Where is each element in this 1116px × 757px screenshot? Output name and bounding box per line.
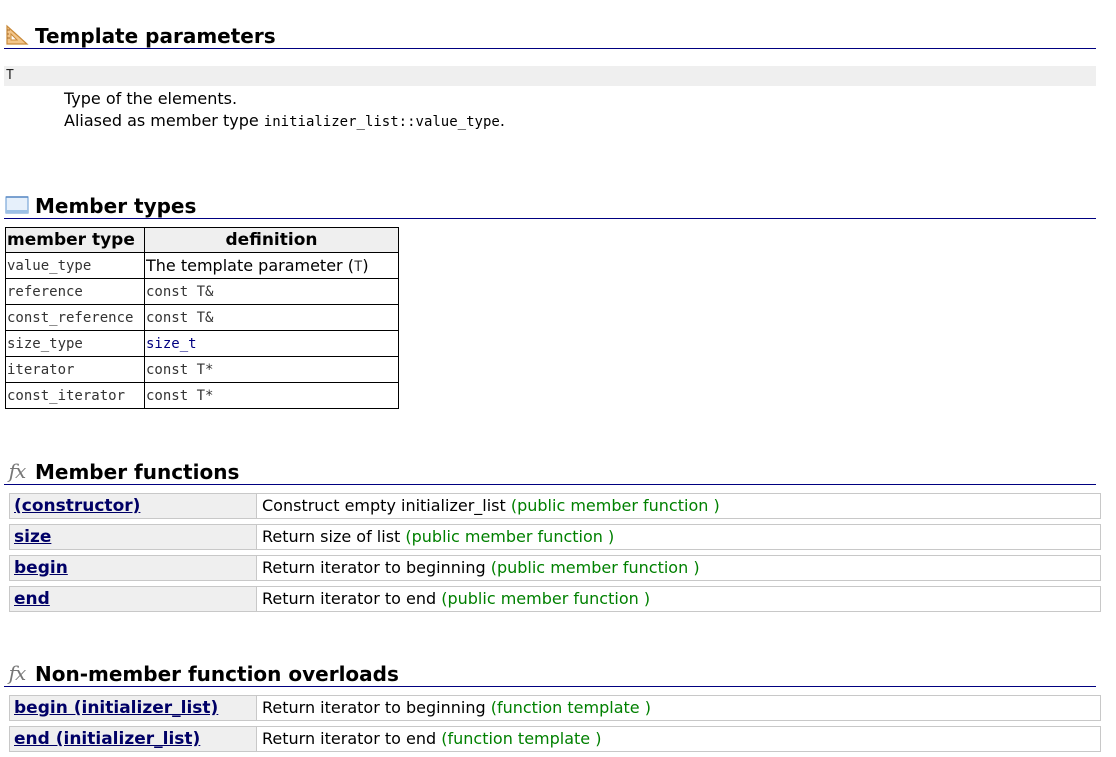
function-description: Construct empty initializer_list (public… bbox=[257, 494, 720, 518]
fx-icon: fx bbox=[8, 459, 27, 483]
column-header-member-type: member type bbox=[5, 227, 145, 253]
description-text: Return iterator to beginning bbox=[262, 698, 491, 717]
member-functions-heading: fx Member functions bbox=[4, 458, 1096, 485]
window-icon bbox=[4, 193, 30, 217]
member-type-cell: const_iterator bbox=[5, 382, 145, 409]
table-row: const_reference const T& bbox=[5, 304, 399, 331]
constructor-link[interactable]: (constructor) bbox=[10, 494, 257, 518]
param-name: T bbox=[4, 66, 1096, 86]
size-link[interactable]: size bbox=[10, 525, 257, 549]
definition-text: The template parameter ( bbox=[146, 256, 354, 275]
function-description: Return iterator to beginning (public mem… bbox=[257, 556, 700, 580]
member-type-cell: const_reference bbox=[5, 304, 145, 331]
function-row-end-initializer-list: end (initializer_list) Return iterator t… bbox=[9, 726, 1101, 752]
function-kind: (public member function ) bbox=[441, 589, 651, 608]
param-desc-line2-suffix: . bbox=[499, 111, 505, 130]
definition-cell: const T& bbox=[144, 304, 399, 331]
param-description: Type of the elements. Aliased as member … bbox=[64, 88, 505, 133]
section-title: Non-member function overloads bbox=[35, 662, 399, 686]
function-kind: (public member function ) bbox=[490, 558, 700, 577]
begin-initializer-list-link[interactable]: begin (initializer_list) bbox=[10, 696, 257, 720]
definition-cell: size_t bbox=[144, 330, 399, 357]
function-kind: (public member function ) bbox=[405, 527, 615, 546]
member-type-cell: size_type bbox=[5, 330, 145, 357]
non-member-overloads-table: begin (initializer_list) Return iterator… bbox=[9, 695, 1101, 757]
section-title: Member types bbox=[35, 194, 197, 218]
function-description: Return iterator to end (function templat… bbox=[257, 727, 601, 751]
value-type-code: initializer_list::value_type bbox=[263, 114, 500, 130]
description-text: Construct empty initializer_list bbox=[262, 496, 511, 515]
function-row-size: size Return size of list (public member … bbox=[9, 524, 1101, 550]
definition-suffix: ) bbox=[362, 256, 369, 275]
function-row-begin-initializer-list: begin (initializer_list) Return iterator… bbox=[9, 695, 1101, 721]
function-description: Return size of list (public member funct… bbox=[257, 525, 614, 549]
end-link[interactable]: end bbox=[10, 587, 257, 611]
table-row: value_type The template parameter (T) bbox=[5, 252, 399, 279]
begin-link[interactable]: begin bbox=[10, 556, 257, 580]
table-header-row: member type definition bbox=[5, 227, 399, 253]
function-kind: (function template ) bbox=[441, 729, 602, 748]
function-description: Return iterator to end (public member fu… bbox=[257, 587, 650, 611]
description-text: Return iterator to beginning bbox=[262, 558, 491, 577]
definition-cell: The template parameter (T) bbox=[144, 252, 399, 279]
description-text: Return size of list bbox=[262, 527, 406, 546]
function-kind: (function template ) bbox=[490, 698, 651, 717]
description-text: Return iterator to end bbox=[262, 589, 442, 608]
function-row-end: end Return iterator to end (public membe… bbox=[9, 586, 1101, 612]
function-description: Return iterator to beginning (function t… bbox=[257, 696, 651, 720]
function-row-constructor: (constructor) Construct empty initialize… bbox=[9, 493, 1101, 519]
definition-cell: const T* bbox=[144, 382, 399, 409]
member-type-cell: value_type bbox=[5, 252, 145, 279]
end-initializer-list-link[interactable]: end (initializer_list) bbox=[10, 727, 257, 751]
section-title: Template parameters bbox=[35, 24, 276, 48]
section-title: Member functions bbox=[35, 460, 240, 484]
column-header-definition: definition bbox=[144, 227, 399, 253]
description-text: Return iterator to end bbox=[262, 729, 442, 748]
member-functions-table: (constructor) Construct empty initialize… bbox=[9, 493, 1101, 617]
size-t-link[interactable]: size_t bbox=[146, 336, 197, 352]
table-row: iterator const T* bbox=[5, 356, 399, 383]
template-parameters-heading: Template parameters bbox=[4, 22, 1096, 49]
param-desc-line2: Aliased as member type initializer_list:… bbox=[64, 110, 505, 133]
table-row: const_iterator const T* bbox=[5, 382, 399, 409]
definition-cell: const T* bbox=[144, 356, 399, 383]
member-type-cell: reference bbox=[5, 278, 145, 305]
member-types-table: member type definition value_type The te… bbox=[5, 227, 399, 409]
function-kind: (public member function ) bbox=[510, 496, 720, 515]
set-square-icon bbox=[4, 23, 30, 47]
non-member-overloads-heading: fx Non-member function overloads bbox=[4, 660, 1096, 687]
member-types-heading: Member types bbox=[4, 192, 1096, 219]
fx-icon: fx bbox=[8, 661, 27, 685]
table-row: size_type size_t bbox=[5, 330, 399, 357]
member-type-cell: iterator bbox=[5, 356, 145, 383]
definition-cell: const T& bbox=[144, 278, 399, 305]
param-desc-line1: Type of the elements. bbox=[64, 89, 238, 108]
function-row-begin: begin Return iterator to beginning (publ… bbox=[9, 555, 1101, 581]
table-row: reference const T& bbox=[5, 278, 399, 305]
param-desc-line2-text: Aliased as member type bbox=[64, 111, 264, 130]
